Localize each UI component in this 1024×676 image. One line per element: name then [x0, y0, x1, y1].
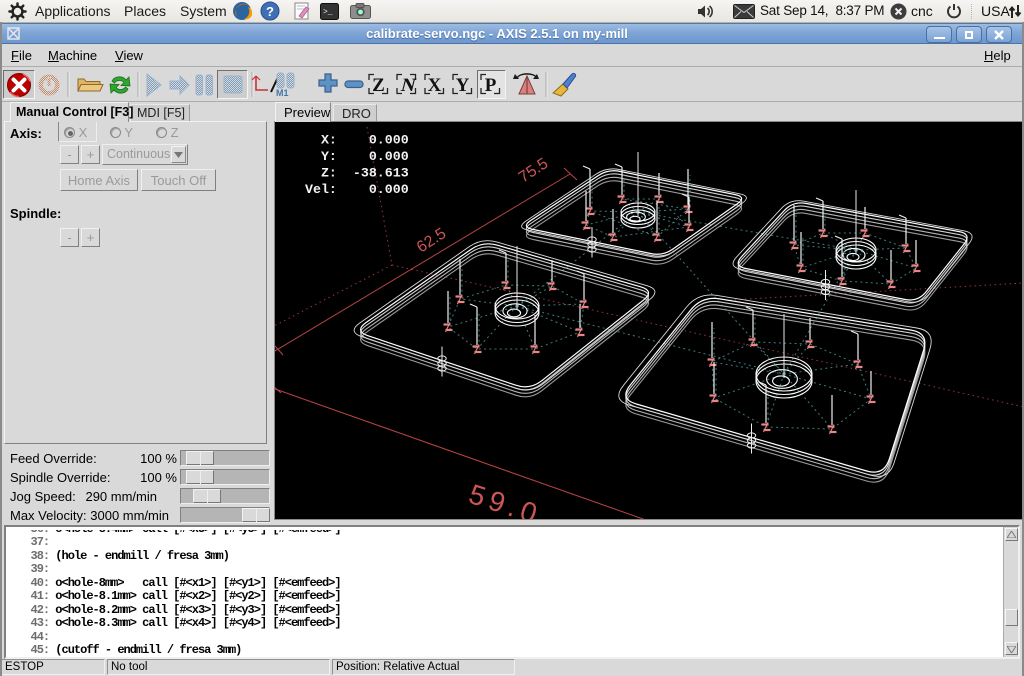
svg-text:M1: M1: [276, 88, 289, 98]
svg-text:P: P: [485, 75, 497, 96]
svg-text:X: X: [428, 75, 442, 96]
svg-text:Y: Y: [456, 75, 470, 96]
svg-text:?: ?: [266, 4, 274, 19]
svg-text:>_: >_: [323, 8, 333, 17]
svg-text:75.5: 75.5: [516, 155, 551, 186]
svg-text:X: 0.000 Y: 0.000: X: 0.000 Y: 0.000 Z: -38.613 Vel: 0.000: [297, 132, 417, 197]
svg-text:Z: Z: [372, 75, 385, 96]
svg-text:62.5: 62.5: [414, 225, 449, 256]
svg-text:59.0: 59.0: [465, 478, 545, 519]
